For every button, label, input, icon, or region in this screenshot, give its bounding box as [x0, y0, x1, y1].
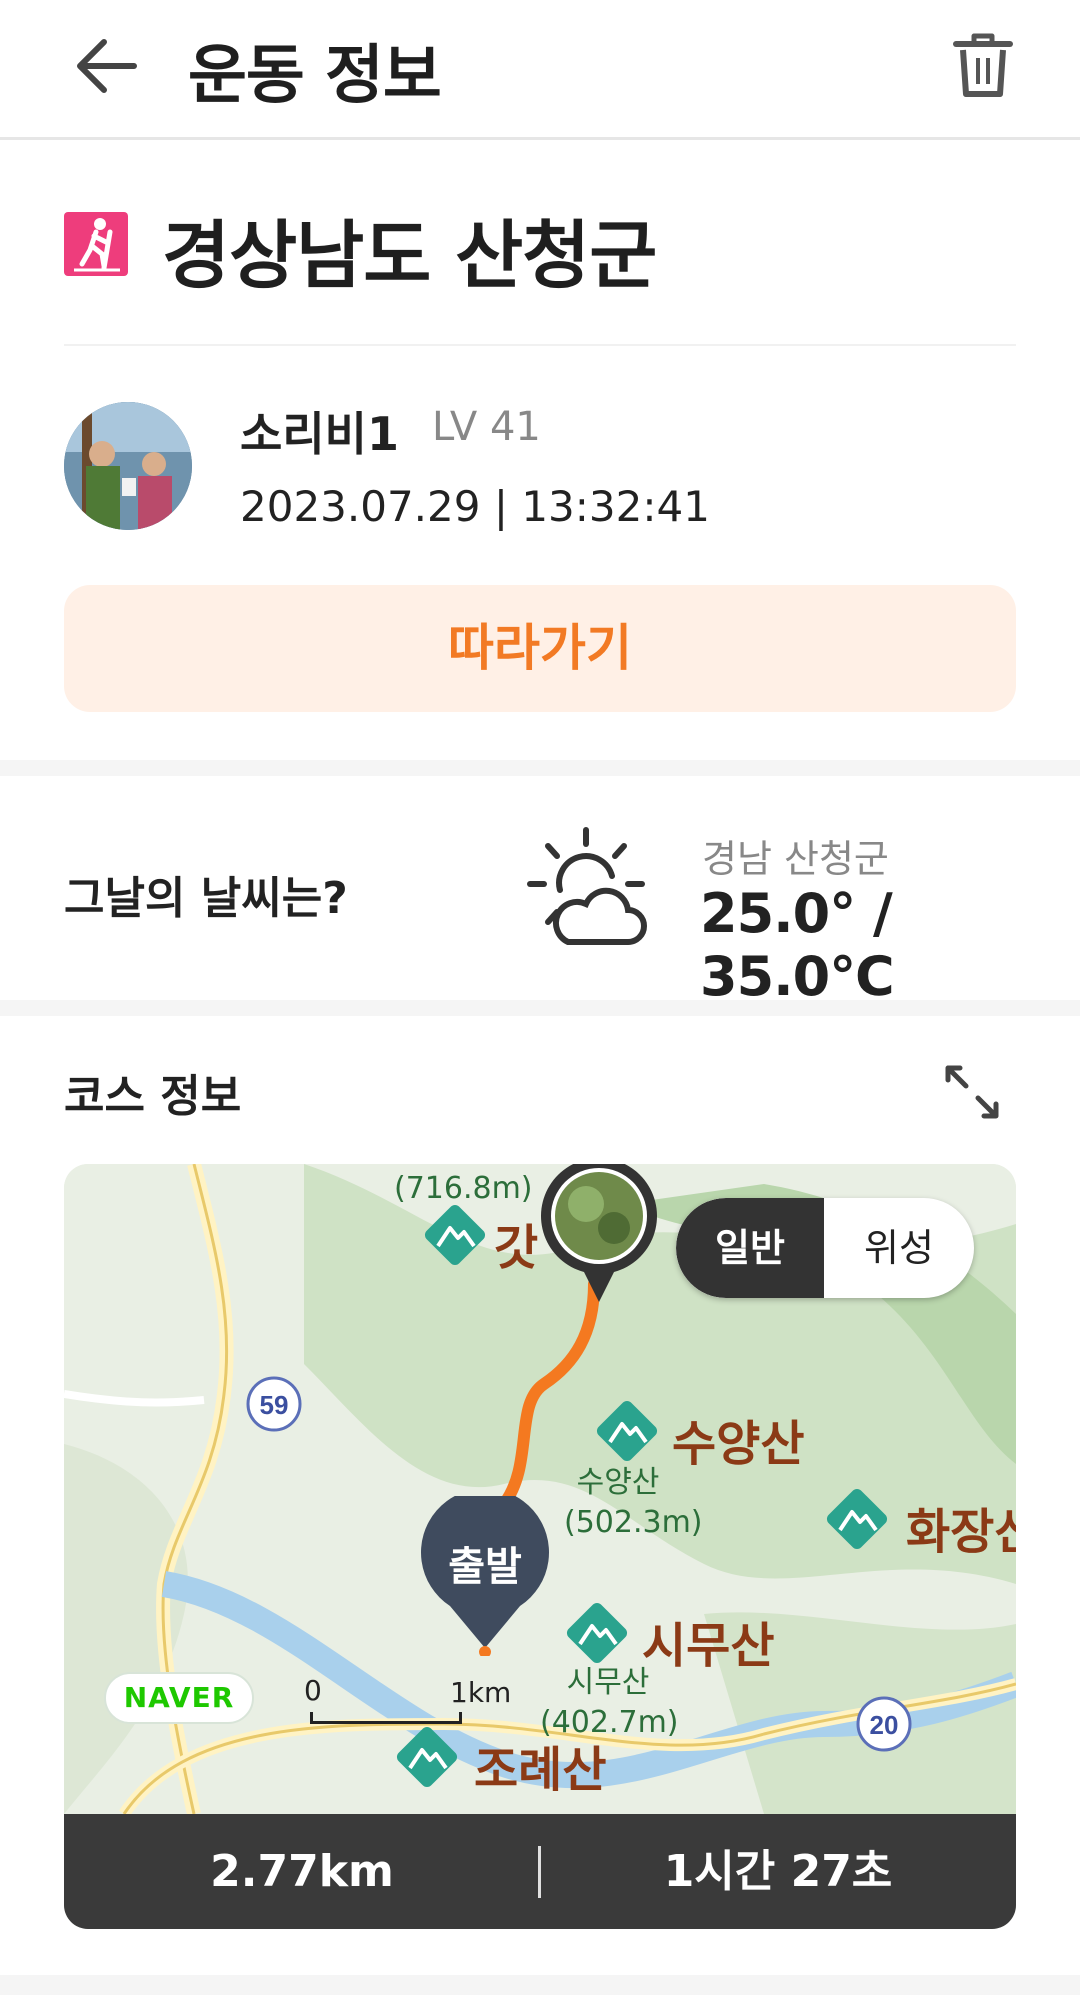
follow-button[interactable]: 따라가기	[64, 585, 1016, 712]
section-divider	[0, 1975, 1080, 1995]
photo-marker[interactable]	[534, 1164, 664, 1304]
section-divider	[0, 760, 1080, 776]
map-type-toggle: 일반 위성	[676, 1198, 974, 1298]
place-suyangsan: 수양산	[672, 1416, 805, 1472]
map-type-satellite[interactable]: 위성	[824, 1198, 974, 1298]
mountain-icon	[394, 1724, 460, 1790]
scale-zero: 0	[304, 1674, 322, 1707]
expand-map-button[interactable]	[942, 1062, 1002, 1122]
place-suyangsan-height: (502.3m)	[564, 1505, 703, 1540]
weather-location: 경남 산청군	[702, 837, 889, 881]
peak-name-label: 갓	[494, 1220, 539, 1276]
course-stats-bar: 2.77km 1시간 27초	[64, 1814, 1016, 1929]
trash-icon	[953, 33, 1013, 97]
scale-bar	[310, 1712, 462, 1724]
user-level: LV 41	[432, 404, 541, 450]
mountain-icon	[422, 1202, 488, 1268]
back-button[interactable]	[72, 34, 142, 98]
scale-km: 1km	[450, 1676, 512, 1709]
activity-datetime: 2023.07.29 | 13:32:41	[240, 482, 710, 531]
weather-temperature: 25.0° / 35.0℃	[700, 882, 895, 1008]
user-name[interactable]: 소리비1	[240, 398, 399, 464]
mountain-icon	[594, 1398, 660, 1464]
start-marker-label: 출발	[448, 1544, 522, 1590]
expand-icon	[945, 1065, 999, 1119]
avatar[interactable]	[64, 402, 192, 530]
delete-button[interactable]	[950, 30, 1016, 100]
course-map[interactable]: 59 20 (716.8m) 갓 수양산 수양산 (502.3m) 화장산 시무…	[64, 1164, 1016, 1929]
hiking-icon	[64, 212, 128, 276]
place-suyangsan-sub: 수양산	[576, 1465, 660, 1500]
course-duration: 1시간 27초	[663, 1846, 893, 1897]
arrow-left-icon	[77, 39, 137, 93]
location-title: 경상남도 산청군	[162, 213, 657, 299]
weather-question: 그날의 날씨는?	[64, 873, 348, 924]
mountain-icon	[564, 1600, 630, 1666]
mountain-icon	[824, 1486, 890, 1552]
top-bar: 운동 정보	[0, 0, 1080, 140]
course-distance: 2.77km	[210, 1846, 394, 1897]
place-hwajangsan: 화장산	[906, 1504, 1016, 1560]
peak-height-label: (716.8m)	[394, 1171, 533, 1206]
road-20-label: 20	[870, 1710, 899, 1740]
map-type-normal[interactable]: 일반	[676, 1198, 824, 1298]
page-title: 운동 정보	[188, 39, 442, 113]
place-simusan: 시무산	[642, 1618, 775, 1674]
section-divider	[0, 1000, 1080, 1016]
place-simusan-sub: 시무산	[566, 1665, 650, 1700]
partly-cloudy-icon	[524, 824, 654, 954]
course-title: 코스 정보	[64, 1071, 242, 1122]
divider	[64, 344, 1016, 346]
place-joryesan: 조례산	[474, 1742, 607, 1798]
naver-logo: NAVER	[104, 1672, 254, 1724]
road-59-label: 59	[260, 1390, 289, 1420]
